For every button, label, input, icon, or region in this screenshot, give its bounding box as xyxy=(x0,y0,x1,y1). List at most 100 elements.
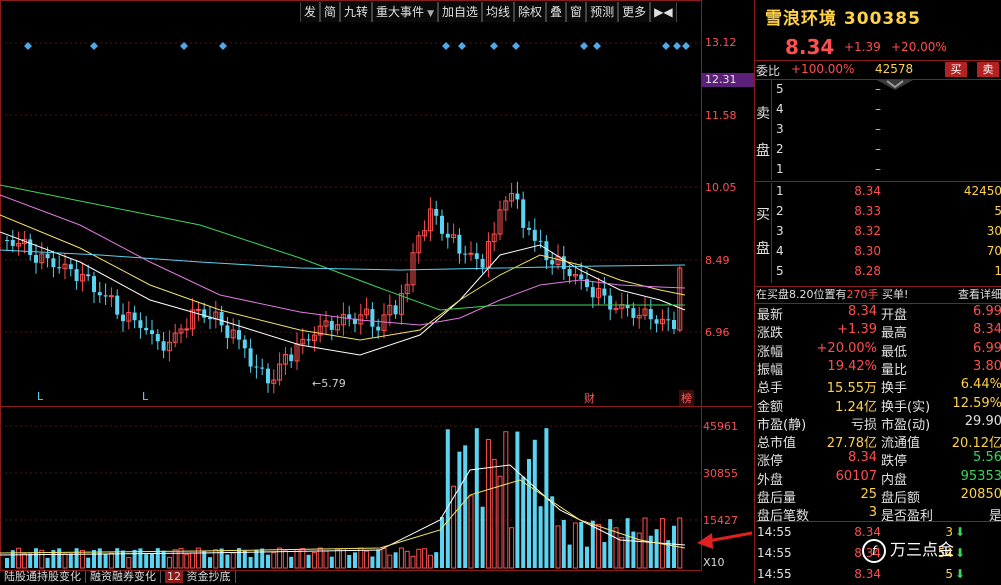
order-alert-bar[interactable]: 在买盘8.20位置有270手 买单! 查看详细 xyxy=(755,286,1001,304)
bid-row[interactable]: 1 8.34 42450 xyxy=(755,184,1001,204)
candle-body xyxy=(672,320,676,329)
volume-bar xyxy=(648,535,653,568)
level-price: 8.33 xyxy=(854,204,881,218)
volume-bar xyxy=(387,554,393,569)
level: 2 xyxy=(776,204,784,218)
diamond-marker[interactable] xyxy=(662,42,670,50)
ask-row[interactable]: 2– xyxy=(755,142,1001,162)
toolbar-label: 除权 xyxy=(518,5,543,19)
stat-value: 12.59% xyxy=(952,395,1001,411)
stat-row: 总手 15.55万 换手 6.44% xyxy=(755,377,1001,396)
stat-value: 3 xyxy=(868,505,877,521)
marker-l[interactable]: L xyxy=(142,390,148,403)
volume-bar xyxy=(376,549,381,568)
candle-body xyxy=(121,314,125,322)
stat-row: 振幅 19.42% 量比 3.80 xyxy=(755,358,1001,378)
candle-body xyxy=(237,330,241,340)
toolbar-label: 窗 xyxy=(570,5,583,19)
buy-button[interactable]: 买 xyxy=(945,62,967,77)
arrow-down-icon: ⬇ xyxy=(955,525,966,539)
ask-row[interactable]: 3– xyxy=(755,122,1001,142)
candle-body xyxy=(97,292,102,296)
diamond-marker[interactable] xyxy=(442,42,450,50)
price-axis-label: 13.12 xyxy=(705,36,737,49)
ask-row[interactable]: 5– xyxy=(755,82,1001,102)
toolbar-btn-3[interactable]: 重大事件 ▼ xyxy=(372,2,438,22)
stat-value: 3.80 xyxy=(973,358,1001,374)
marker-l[interactable]: L xyxy=(37,390,43,403)
sell-button[interactable]: 卖 xyxy=(977,62,999,77)
level: 3 xyxy=(776,224,784,238)
kline-chart[interactable] xyxy=(0,0,752,571)
volume-bar xyxy=(219,548,224,568)
volume-bar xyxy=(172,549,178,569)
ask-row[interactable]: 4– xyxy=(755,102,1001,122)
volume-bar xyxy=(497,475,503,569)
tab-margin[interactable]: 融资融券变化 xyxy=(86,571,161,583)
volume-bar xyxy=(422,548,428,569)
candle-body xyxy=(144,327,149,331)
volume-bar xyxy=(410,555,416,569)
toolbar-btn-2[interactable]: 九转 xyxy=(340,2,373,22)
bid-row[interactable]: 3 8.32 30 xyxy=(755,224,1001,244)
toolbar-btn-8[interactable]: 窗 xyxy=(566,2,587,22)
toolbar-btn-0[interactable]: 发 xyxy=(300,2,321,22)
ma-line xyxy=(0,184,685,311)
stat-value: +20.00% xyxy=(816,340,877,356)
toolbar-btn-5[interactable]: 均线 xyxy=(482,2,515,22)
diamond-marker[interactable] xyxy=(673,42,681,50)
tab-number: 12 xyxy=(165,570,183,583)
volume-bar xyxy=(115,548,120,568)
view-detail-link[interactable]: 查看详细 xyxy=(958,287,1001,303)
volume-bar xyxy=(677,517,683,569)
candle-body xyxy=(468,252,474,255)
ask-row[interactable]: 1– xyxy=(755,162,1001,182)
moving-averages xyxy=(0,184,686,356)
stat-key: 开盘 xyxy=(881,308,908,323)
volume-bars xyxy=(5,428,683,569)
toolbar-btn-6[interactable]: 除权 xyxy=(514,2,547,22)
volume-bar xyxy=(538,506,543,568)
stat-key: 涨幅 xyxy=(757,344,784,360)
tab-hk-holding[interactable]: 陆股通持股变化 xyxy=(0,571,86,583)
toolbar-btn-7[interactable]: 叠 xyxy=(546,2,567,22)
diamond-marker[interactable] xyxy=(682,42,690,50)
candle-body xyxy=(445,233,450,238)
stat-value: 6.99 xyxy=(973,340,1001,356)
volume-bar xyxy=(364,550,370,569)
toolbar-btn-1[interactable]: 简 xyxy=(320,2,341,22)
candle-body xyxy=(92,276,96,293)
volume-axis-label: 30855 xyxy=(703,467,738,480)
volume-bar xyxy=(62,553,68,569)
volume-bar xyxy=(672,525,676,568)
volume-bar xyxy=(457,451,462,568)
volume-bar xyxy=(294,548,300,569)
volume-bar xyxy=(68,553,73,568)
bid-row[interactable]: 4 8.30 70 xyxy=(755,244,1001,264)
toolbar-btn-10[interactable]: 更多 xyxy=(618,2,651,22)
watermark: f 万三点金 xyxy=(862,536,954,563)
alert-qty: 270手 xyxy=(846,288,879,301)
list-marker[interactable]: 榜 xyxy=(679,390,694,406)
toolbar-label: 均线 xyxy=(486,5,511,19)
volume-axis-label: 15427 xyxy=(703,514,738,527)
ma-line xyxy=(0,231,686,356)
toolbar-btn-4[interactable]: 加自选 xyxy=(437,2,482,22)
diamond-marker[interactable] xyxy=(512,42,520,50)
toolbar-btn-9[interactable]: 预测 xyxy=(586,2,619,22)
candle-body xyxy=(202,309,207,318)
bid-row[interactable]: 5 8.28 1 xyxy=(755,264,1001,284)
bid-row[interactable]: 2 8.33 5 xyxy=(755,204,1001,224)
arrow-down-icon: ⬇ xyxy=(955,567,966,581)
nav-left-icon: ◀ xyxy=(663,5,673,19)
stat-value: 8.34 xyxy=(973,322,1001,338)
toolbar-label: 预测 xyxy=(590,5,615,19)
volume-bar xyxy=(289,556,294,568)
volume-bar xyxy=(358,547,364,569)
ratio-diff: 42578 xyxy=(875,62,914,76)
toolbar-nav[interactable]: ▶◀ xyxy=(650,2,677,22)
finance-marker[interactable]: 财 xyxy=(582,390,597,406)
diamond-marker[interactable] xyxy=(593,42,601,50)
tab-bottom-fishing[interactable]: 12 资金抄底 xyxy=(161,570,236,583)
diamond-marker[interactable] xyxy=(458,42,466,50)
